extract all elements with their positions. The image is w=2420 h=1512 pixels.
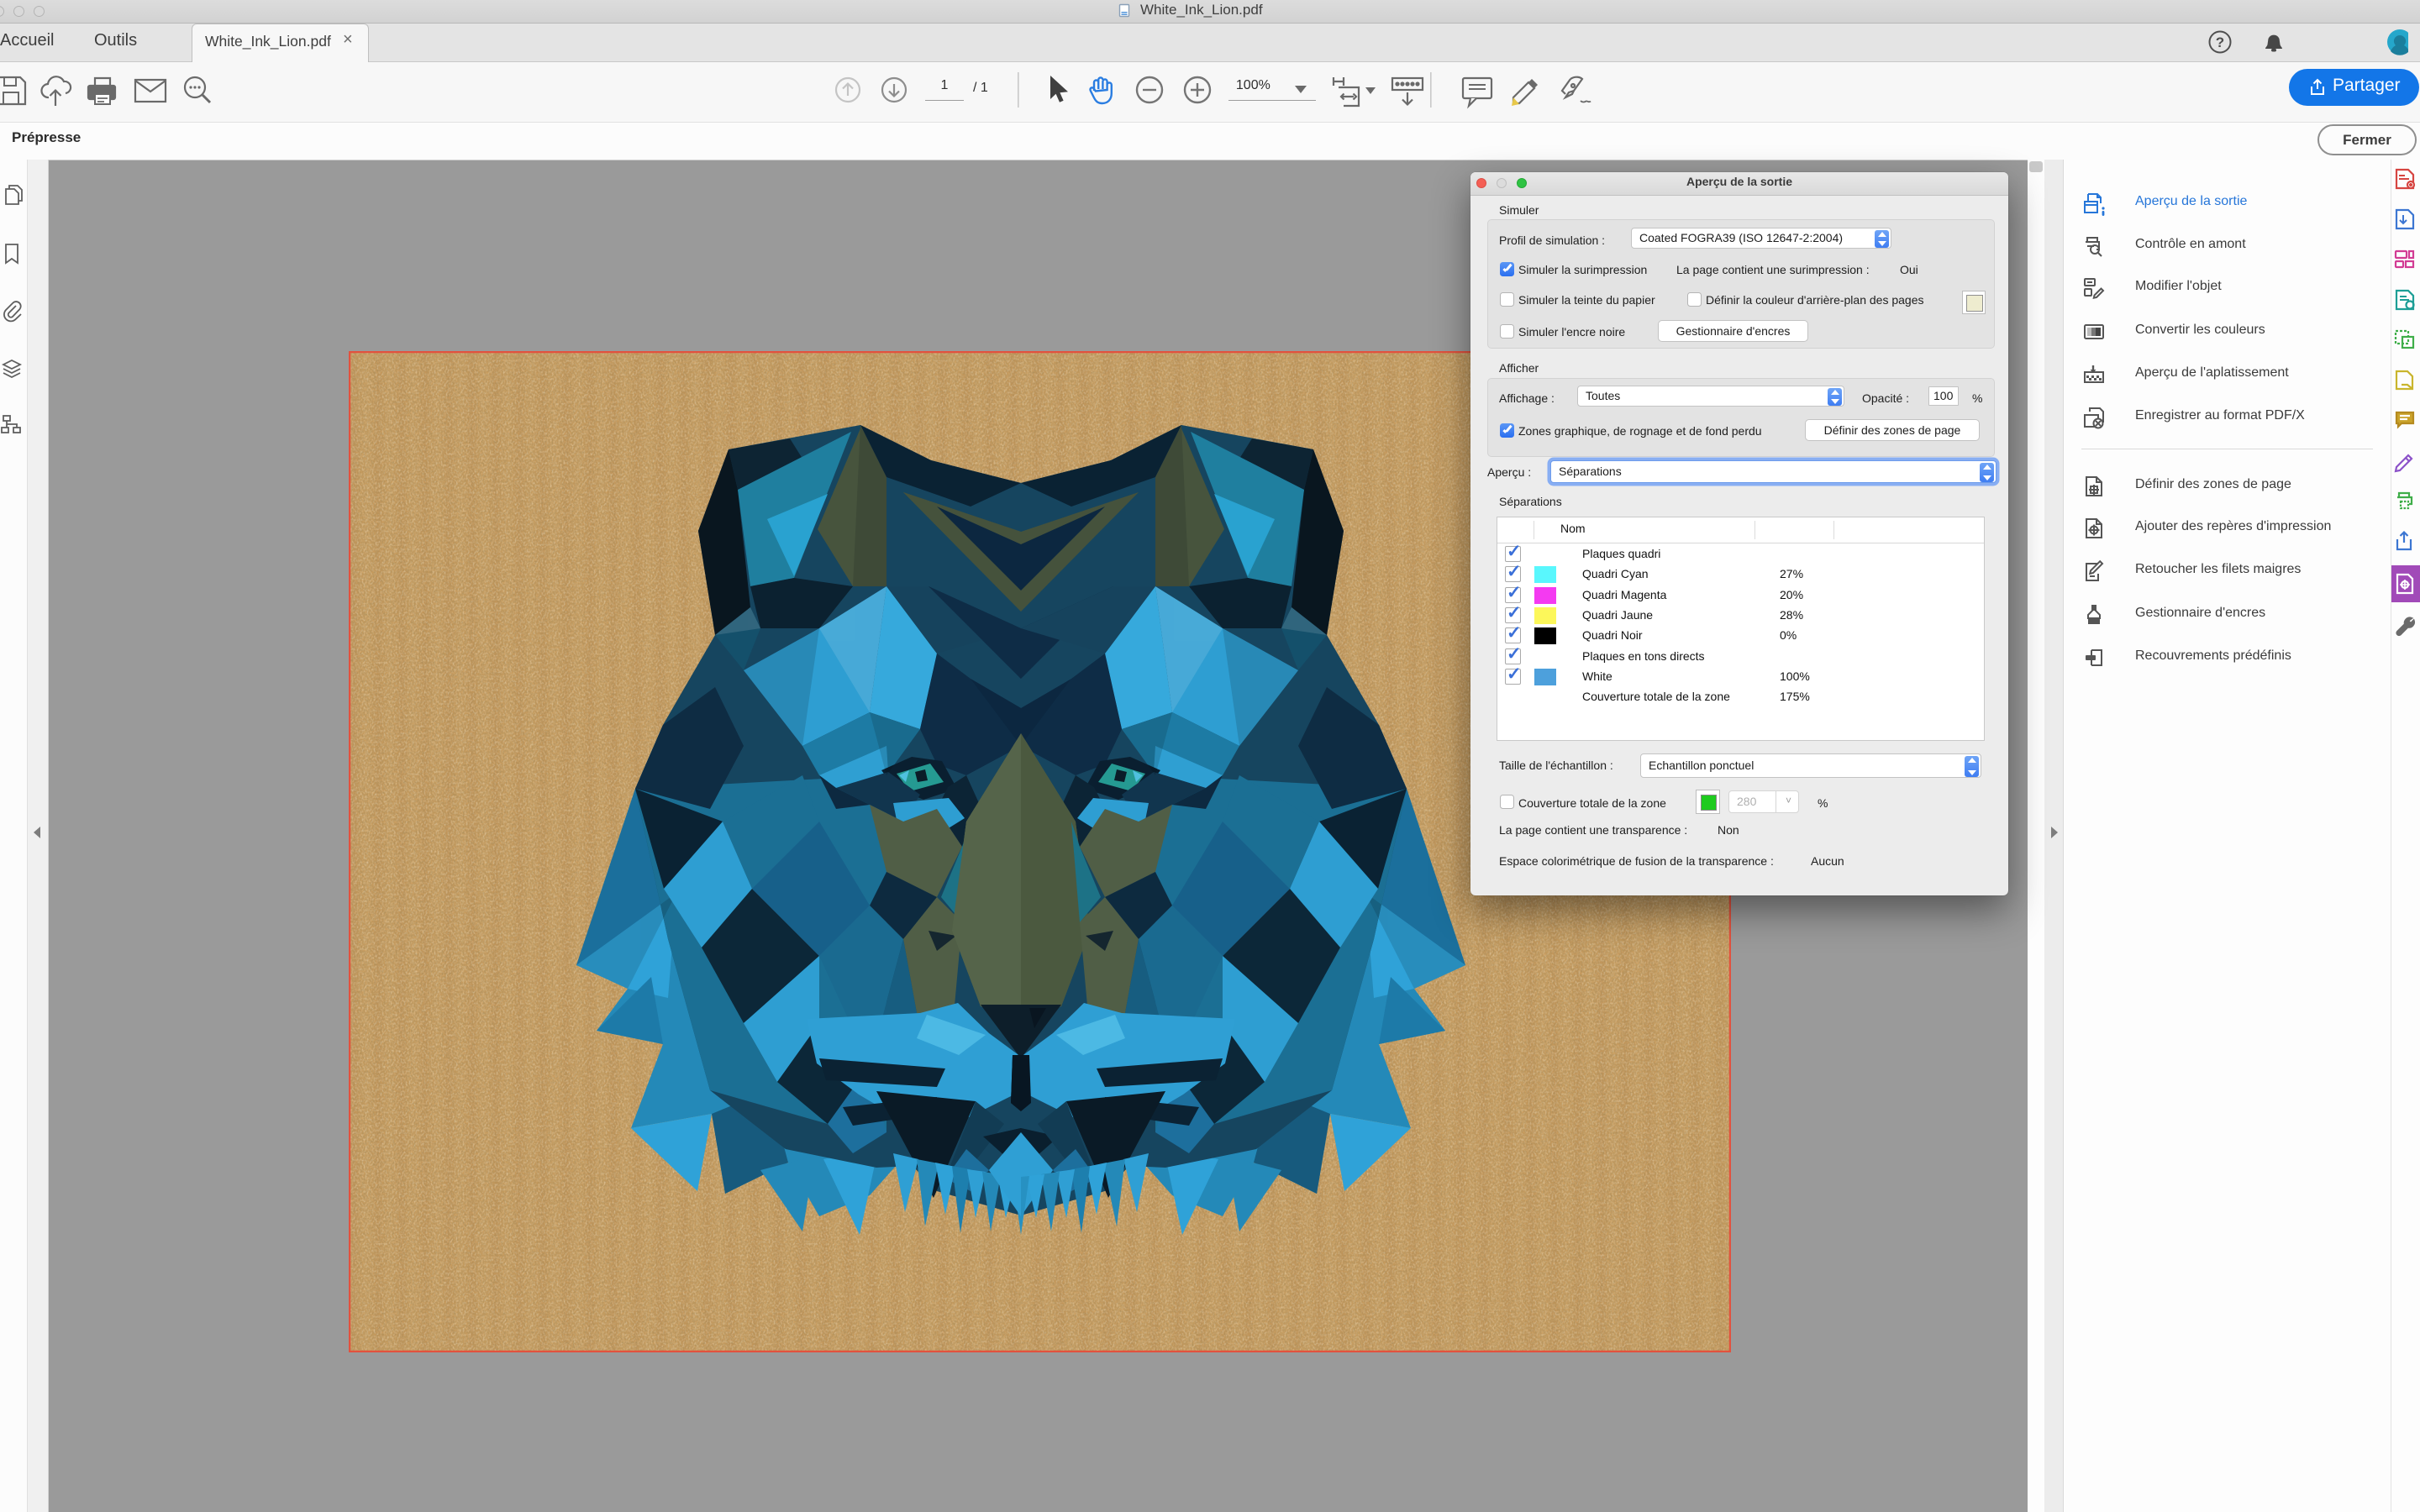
svg-text:?: ? bbox=[2216, 34, 2224, 50]
